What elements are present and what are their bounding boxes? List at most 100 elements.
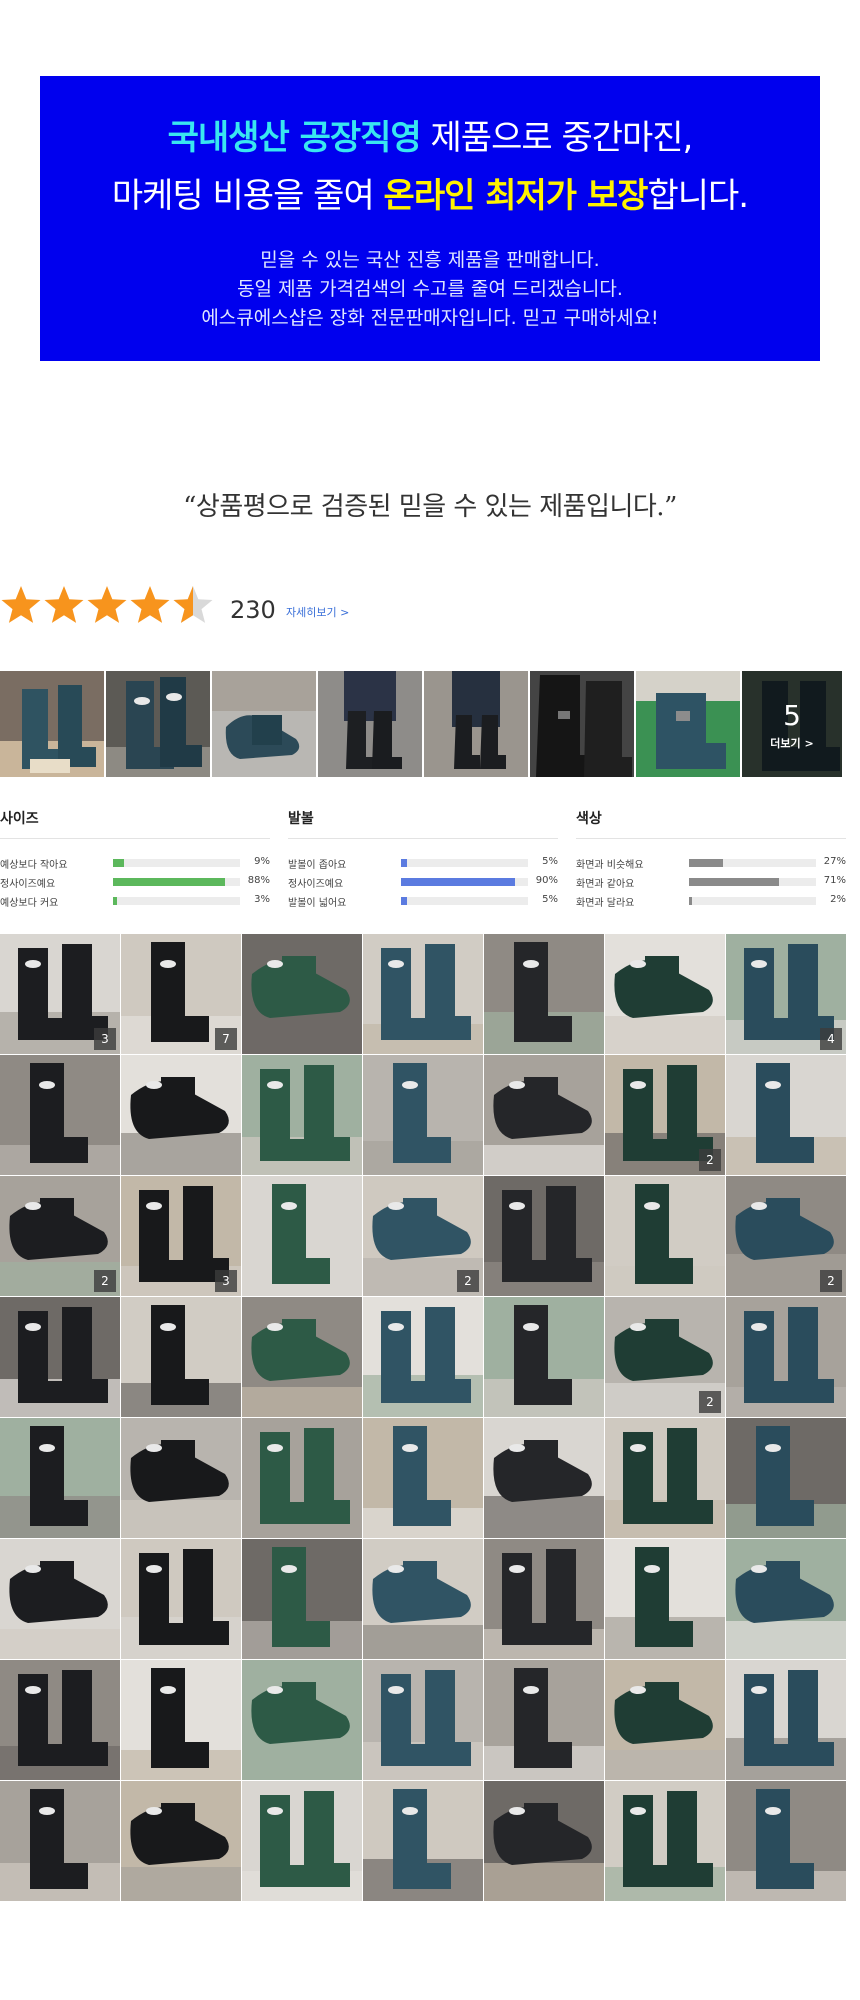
- review-photo[interactable]: 2: [0, 1176, 120, 1296]
- review-photo[interactable]: [242, 1418, 362, 1538]
- review-photo[interactable]: [242, 1781, 362, 1901]
- more-photos-overlay[interactable]: 5 더보기 >: [742, 671, 842, 777]
- review-photo[interactable]: 3: [0, 934, 120, 1054]
- review-photo[interactable]: [363, 1418, 483, 1538]
- review-photo[interactable]: [484, 1418, 604, 1538]
- review-photo[interactable]: [121, 1297, 241, 1417]
- review-photo[interactable]: [484, 1297, 604, 1417]
- review-photo[interactable]: [121, 1781, 241, 1901]
- review-photo[interactable]: [605, 1418, 725, 1538]
- review-photo[interactable]: [0, 1055, 120, 1175]
- stat-bar-fill: [113, 897, 117, 905]
- star-icon: [44, 586, 84, 623]
- review-photo[interactable]: 2: [605, 1055, 725, 1175]
- review-photo[interactable]: 2: [605, 1297, 725, 1417]
- photo-count-badge: 3: [94, 1028, 116, 1050]
- review-photo[interactable]: [242, 934, 362, 1054]
- review-stats: 사이즈 예상보다 작아요 9% 정사이즈예요 88% 예상보다 커요 3% 발볼 발볼…: [0, 808, 860, 918]
- review-photo[interactable]: [605, 1781, 725, 1901]
- review-photo[interactable]: [242, 1297, 362, 1417]
- review-photo[interactable]: 2: [726, 1176, 846, 1296]
- review-photo[interactable]: [0, 671, 104, 777]
- stat-bar: [689, 878, 816, 886]
- banner-sub-line: 에스큐에스샵은 장화 전문판매자입니다. 믿고 구매하세요!: [201, 307, 659, 329]
- review-photo[interactable]: 7: [121, 934, 241, 1054]
- review-photo[interactable]: [363, 1660, 483, 1780]
- stat-percent: 71%: [823, 875, 846, 886]
- review-photo[interactable]: [530, 671, 634, 777]
- review-photo[interactable]: [318, 671, 422, 777]
- review-photo[interactable]: [726, 1055, 846, 1175]
- review-photo[interactable]: [726, 1781, 846, 1901]
- stat-percent: 9%: [254, 856, 270, 867]
- rating-summary: 230 자세히보기 >: [0, 584, 400, 628]
- review-photo[interactable]: [424, 671, 528, 777]
- stat-title: 사이즈: [0, 808, 270, 839]
- review-photo[interactable]: [726, 1660, 846, 1780]
- star-icon: [87, 586, 127, 623]
- review-photo[interactable]: [484, 1539, 604, 1659]
- stat-bar: [689, 859, 816, 867]
- review-photo[interactable]: [484, 1660, 604, 1780]
- details-link[interactable]: 자세히보기 >: [286, 604, 349, 620]
- stat-bar: [113, 897, 240, 905]
- stat-label: 화면과 달라요: [576, 898, 635, 909]
- review-photo-more[interactable]: 5 더보기 >: [742, 671, 842, 777]
- stat-percent: 2%: [830, 894, 846, 905]
- review-photo[interactable]: [242, 1660, 362, 1780]
- stat-row: 발볼이 좁아요 5%: [288, 853, 558, 872]
- review-photo[interactable]: [0, 1297, 120, 1417]
- review-photo[interactable]: [726, 1539, 846, 1659]
- photo-count-badge: 2: [457, 1270, 479, 1292]
- review-photo[interactable]: [636, 671, 740, 777]
- photo-count-badge: 2: [699, 1149, 721, 1171]
- review-photo[interactable]: 4: [726, 934, 846, 1054]
- review-photo[interactable]: [605, 1176, 725, 1296]
- stat-label: 발볼이 좁아요: [288, 860, 347, 871]
- review-photo[interactable]: [484, 934, 604, 1054]
- review-photo[interactable]: [363, 1781, 483, 1901]
- review-photo[interactable]: [605, 1660, 725, 1780]
- review-photo[interactable]: [121, 1418, 241, 1538]
- photo-count-badge: 7: [215, 1028, 237, 1050]
- banner-subtext: 믿을 수 있는 국산 진흥 제품을 판매합니다. 동일 제품 가격검색의 수고를…: [40, 246, 820, 333]
- review-photo[interactable]: [484, 1176, 604, 1296]
- review-photo[interactable]: [242, 1055, 362, 1175]
- review-photo[interactable]: [363, 1055, 483, 1175]
- star-rating: [0, 584, 215, 628]
- banner-headline-1: 국내생산 공장직영 제품으로 중간마진,: [40, 110, 820, 159]
- review-photo[interactable]: [363, 1297, 483, 1417]
- review-photo[interactable]: [484, 1781, 604, 1901]
- stat-row: 정사이즈예요 88%: [0, 872, 270, 891]
- review-photo[interactable]: [121, 1055, 241, 1175]
- review-photo[interactable]: [605, 1539, 725, 1659]
- review-photo[interactable]: [0, 1418, 120, 1538]
- review-photo[interactable]: [0, 1539, 120, 1659]
- banner-line1-rest: 제품으로 중간마진,: [420, 118, 694, 158]
- review-photo[interactable]: 3: [121, 1176, 241, 1296]
- stat-label: 정사이즈예요: [0, 879, 56, 890]
- review-photo[interactable]: [121, 1539, 241, 1659]
- stat-bar-fill: [401, 859, 408, 867]
- review-photo[interactable]: [106, 671, 210, 777]
- review-photo[interactable]: [363, 1539, 483, 1659]
- stat-bar-fill: [113, 859, 125, 867]
- review-photo[interactable]: 2: [363, 1176, 483, 1296]
- review-photo[interactable]: [726, 1297, 846, 1417]
- stat-bar: [401, 859, 528, 867]
- review-photo[interactable]: [726, 1418, 846, 1538]
- review-photo-grid: 3 7 4 2 2 3 2 2 2: [0, 934, 860, 1916]
- stat-bar: [401, 878, 528, 886]
- review-photo[interactable]: [212, 671, 316, 777]
- stat-label: 화면과 비슷해요: [576, 860, 644, 871]
- review-photo[interactable]: [605, 934, 725, 1054]
- review-photo[interactable]: [0, 1781, 120, 1901]
- review-photo-strip: 5 더보기 >: [0, 671, 860, 777]
- review-photo[interactable]: [242, 1539, 362, 1659]
- review-photo[interactable]: [121, 1660, 241, 1780]
- review-photo[interactable]: [0, 1660, 120, 1780]
- review-photo[interactable]: [363, 934, 483, 1054]
- stat-percent: 3%: [254, 894, 270, 905]
- review-photo[interactable]: [484, 1055, 604, 1175]
- review-photo[interactable]: [242, 1176, 362, 1296]
